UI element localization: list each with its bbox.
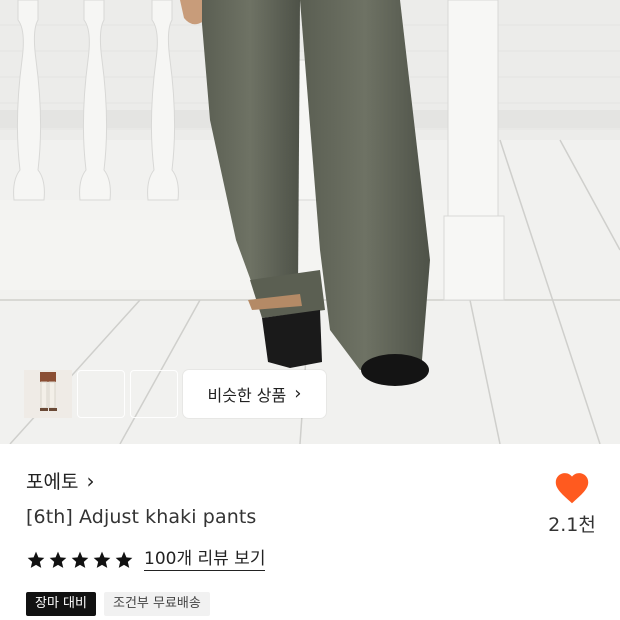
product-title: [6th] Adjust khaki pants [26, 506, 257, 528]
badge-free-shipping: 조건부 무료배송 [103, 592, 210, 616]
star-icon [71, 551, 89, 568]
product-thumbnail-3[interactable] [24, 370, 178, 418]
chevron-right-icon: › [294, 383, 302, 404]
rating-row: 100개 리뷰 보기 [26, 549, 266, 571]
review-link[interactable]: 100개 리뷰 보기 [144, 549, 266, 571]
chevron-right-icon: › [86, 468, 95, 493]
star-icon [27, 551, 45, 568]
star-icon [115, 551, 133, 568]
product-main-image[interactable]: 비슷한 상품 › [0, 0, 620, 444]
similar-products-button[interactable]: 비슷한 상품 › [183, 370, 326, 418]
star-icon [93, 551, 111, 568]
like-button[interactable]: 2.1천 [540, 470, 604, 537]
like-count: 2.1천 [548, 514, 596, 536]
brand-link[interactable]: 포에토 › [26, 467, 94, 494]
brand-name: 포에토 [26, 471, 79, 493]
similar-products-label: 비슷한 상품 [207, 386, 287, 405]
star-icon [49, 551, 67, 568]
star-rating [26, 550, 134, 570]
thumbnail-strip [24, 370, 178, 418]
heart-icon [555, 473, 589, 504]
product-thumbnail-2[interactable] [24, 370, 125, 418]
badge-list: 장마 대비 조건부 무료배송 [26, 592, 210, 616]
badge-rainy-season: 장마 대비 [26, 592, 96, 616]
